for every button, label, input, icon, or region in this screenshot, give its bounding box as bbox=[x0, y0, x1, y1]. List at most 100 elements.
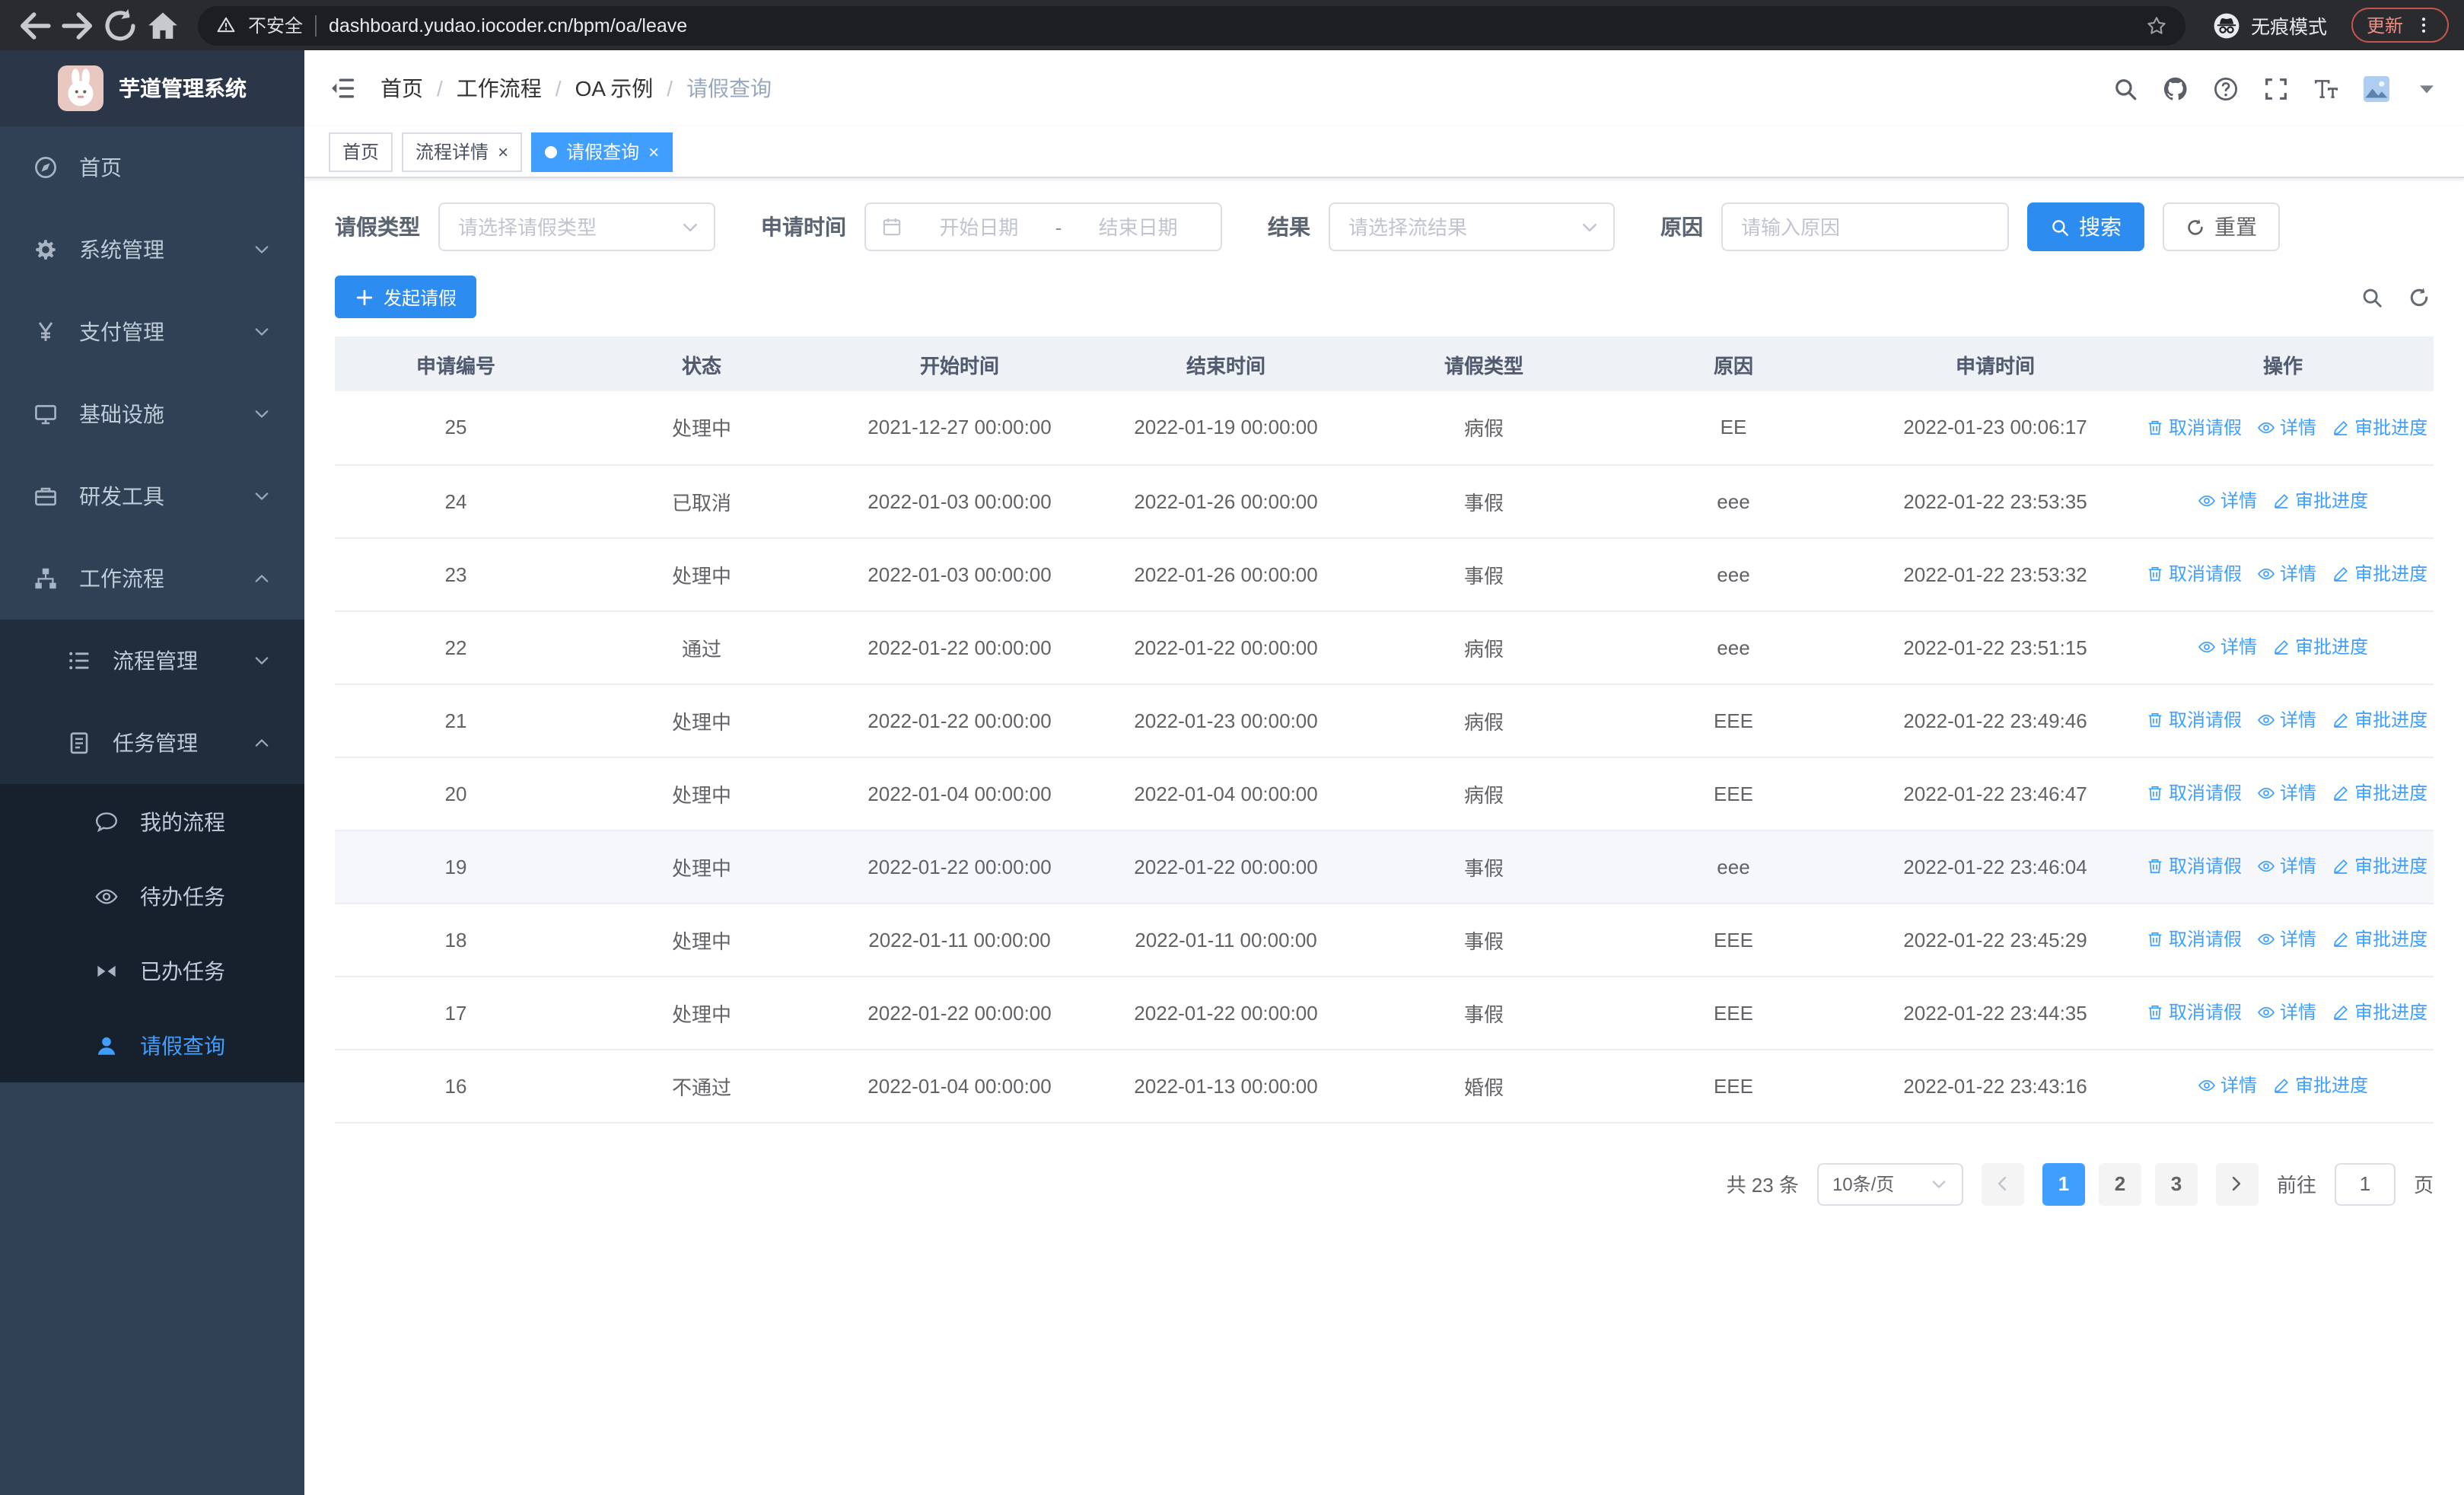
cancel-leave-link[interactable]: 取消请假 bbox=[2146, 999, 2242, 1025]
update-button[interactable]: 更新 bbox=[2351, 8, 2449, 43]
toggle-search-icon[interactable] bbox=[2361, 285, 2383, 308]
back-button[interactable] bbox=[15, 5, 55, 45]
apply-time-range[interactable]: - bbox=[864, 202, 1222, 251]
end-date-input[interactable] bbox=[1071, 215, 1205, 238]
cell-status: 通过 bbox=[577, 610, 826, 684]
next-page-button[interactable] bbox=[2215, 1162, 2259, 1205]
cancel-leave-link[interactable]: 取消请假 bbox=[2146, 853, 2242, 879]
detail-link[interactable]: 详情 bbox=[2198, 488, 2257, 514]
cell-start: 2022-01-04 00:00:00 bbox=[826, 757, 1093, 830]
sidebar-item-system-management[interactable]: 系统管理 bbox=[0, 209, 304, 291]
sidebar-item-done-tasks[interactable]: 已办任务 bbox=[0, 933, 304, 1008]
avatar[interactable] bbox=[2364, 75, 2389, 101]
approval-progress-link[interactable]: 审批进度 bbox=[2332, 707, 2427, 733]
tab-close-icon[interactable]: × bbox=[498, 142, 508, 161]
browser-menu-kebab-icon[interactable] bbox=[2414, 15, 2434, 35]
sidebar-item-my-process[interactable]: 我的流程 bbox=[0, 784, 304, 859]
detail-link[interactable]: 详情 bbox=[2257, 853, 2316, 879]
approval-progress-link[interactable]: 审批进度 bbox=[2272, 488, 2368, 514]
sidebar-item-home[interactable]: 首页 bbox=[0, 126, 304, 209]
collapse-sidebar-icon[interactable] bbox=[329, 75, 356, 102]
sidebar-item-todo-tasks[interactable]: 待办任务 bbox=[0, 859, 304, 933]
search-button-label: 搜索 bbox=[2079, 215, 2122, 239]
sidebar-item-leave-query[interactable]: 请假查询 bbox=[0, 1008, 304, 1082]
detail-link[interactable]: 详情 bbox=[2257, 926, 2316, 952]
leave-type-input[interactable] bbox=[440, 204, 714, 250]
fullscreen-icon[interactable] bbox=[2263, 75, 2289, 101]
table-toolbar: 发起请假 bbox=[335, 276, 2434, 318]
search-button[interactable]: 搜索 bbox=[2027, 202, 2144, 251]
create-leave-button[interactable]: 发起请假 bbox=[335, 276, 477, 318]
detail-link[interactable]: 详情 bbox=[2257, 414, 2316, 440]
sidebar-item-workflow[interactable]: 工作流程 bbox=[0, 537, 304, 620]
page-button-1[interactable]: 1 bbox=[2042, 1162, 2085, 1205]
table-refresh-icon[interactable] bbox=[2408, 285, 2431, 308]
cancel-leave-link[interactable]: 取消请假 bbox=[2146, 707, 2242, 733]
tab-close-icon[interactable]: × bbox=[648, 142, 659, 161]
reason-input[interactable] bbox=[1723, 204, 2007, 250]
reload-button[interactable] bbox=[100, 5, 140, 45]
help-icon[interactable] bbox=[2213, 75, 2239, 101]
approval-progress-link[interactable]: 审批进度 bbox=[2332, 414, 2427, 440]
breadcrumb-item[interactable]: OA 示例 bbox=[575, 73, 654, 104]
sidebar-item-infrastructure[interactable]: 基础设施 bbox=[0, 373, 304, 455]
cell-actions: 取消请假 详情 审批进度 bbox=[2132, 976, 2434, 1050]
page-size-select[interactable]: 10条/页 bbox=[1816, 1162, 1963, 1205]
page-button-3[interactable]: 3 bbox=[2154, 1162, 2198, 1205]
result-select[interactable] bbox=[1329, 202, 1615, 251]
detail-link[interactable]: 详情 bbox=[2198, 634, 2257, 660]
result-input[interactable] bbox=[1330, 204, 1613, 250]
reset-button[interactable]: 重置 bbox=[2163, 202, 2280, 251]
action-label: 详情 bbox=[2280, 417, 2317, 438]
start-date-input[interactable] bbox=[912, 215, 1046, 238]
breadcrumb-item[interactable]: 首页 bbox=[380, 73, 423, 104]
action-label: 审批进度 bbox=[2354, 1002, 2428, 1024]
approval-progress-link[interactable]: 审批进度 bbox=[2332, 999, 2427, 1025]
sidebar-item-label: 系统管理 bbox=[79, 237, 164, 262]
detail-link[interactable]: 详情 bbox=[2257, 780, 2316, 806]
cancel-leave-link[interactable]: 取消请假 bbox=[2146, 561, 2242, 587]
app-logo[interactable]: 芋道管理系统 bbox=[0, 50, 304, 126]
detail-link[interactable]: 详情 bbox=[2257, 561, 2316, 587]
leave-type-filter: 请假类型 bbox=[335, 202, 715, 251]
detail-link[interactable]: 详情 bbox=[2257, 999, 2316, 1025]
prev-page-button[interactable] bbox=[1981, 1162, 2024, 1205]
sidebar-item-process-management[interactable]: 流程管理 bbox=[0, 620, 304, 702]
bookmark-star-icon[interactable] bbox=[2146, 14, 2167, 36]
approval-progress-link[interactable]: 审批进度 bbox=[2272, 634, 2368, 660]
forward-button[interactable] bbox=[58, 5, 97, 45]
tab-home[interactable]: 首页 bbox=[329, 132, 393, 171]
cancel-leave-link[interactable]: 取消请假 bbox=[2146, 926, 2242, 952]
cell-status: 已取消 bbox=[577, 464, 826, 538]
cell-applied: 2022-01-22 23:49:46 bbox=[1858, 684, 2132, 757]
sidebar-item-label: 已办任务 bbox=[140, 958, 225, 983]
sidebar-item-task-management[interactable]: 任务管理 bbox=[0, 702, 304, 784]
cell-id: 23 bbox=[335, 537, 577, 611]
sidebar-item-dev-tools[interactable]: 研发工具 bbox=[0, 455, 304, 537]
leave-type-select[interactable] bbox=[438, 202, 715, 251]
avatar-caret-down-icon[interactable] bbox=[2414, 75, 2440, 101]
trash-icon bbox=[2146, 857, 2164, 875]
search-icon[interactable] bbox=[2112, 75, 2138, 101]
cancel-leave-link[interactable]: 取消请假 bbox=[2146, 414, 2242, 440]
approval-progress-link[interactable]: 审批进度 bbox=[2272, 1073, 2368, 1098]
tab-process-detail[interactable]: 流程详情 × bbox=[402, 132, 523, 171]
approval-progress-link[interactable]: 审批进度 bbox=[2332, 780, 2427, 806]
font-size-icon[interactable] bbox=[2313, 75, 2339, 101]
approval-progress-link[interactable]: 审批进度 bbox=[2332, 926, 2427, 952]
github-icon[interactable] bbox=[2163, 75, 2189, 101]
home-button[interactable] bbox=[143, 5, 183, 45]
cell-status: 处理中 bbox=[577, 903, 826, 977]
tab-leave-query[interactable]: 请假查询 × bbox=[531, 132, 673, 171]
detail-link[interactable]: 详情 bbox=[2257, 707, 2316, 733]
approval-progress-link[interactable]: 审批进度 bbox=[2332, 853, 2427, 879]
cancel-leave-link[interactable]: 取消请假 bbox=[2146, 780, 2242, 806]
sidebar-item-payment-management[interactable]: 支付管理 bbox=[0, 291, 304, 373]
address-bar[interactable]: 不安全 dashboard.yudao.iocoder.cn/bpm/oa/le… bbox=[198, 5, 2185, 45]
cell-applied: 2022-01-22 23:46:47 bbox=[1858, 757, 2132, 830]
breadcrumb-item[interactable]: 工作流程 bbox=[457, 73, 542, 104]
goto-page-input[interactable] bbox=[2334, 1162, 2396, 1205]
detail-link[interactable]: 详情 bbox=[2198, 1073, 2257, 1098]
page-button-2[interactable]: 2 bbox=[2098, 1162, 2141, 1205]
approval-progress-link[interactable]: 审批进度 bbox=[2332, 561, 2427, 587]
